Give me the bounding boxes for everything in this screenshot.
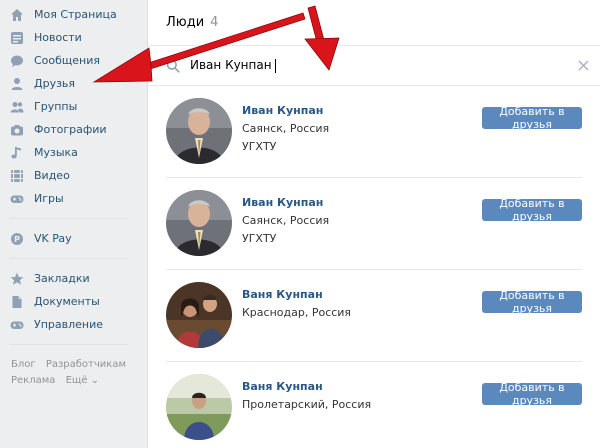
sidebar-item-label: Видео	[34, 169, 70, 182]
person-info: Ваня Кунпан Краснодар, Россия	[242, 286, 351, 322]
sidebar-item-documents[interactable]: Документы	[0, 290, 140, 313]
footer-link-ads[interactable]: Реклама	[11, 375, 55, 386]
person-education: УГХТУ	[242, 232, 277, 245]
groups-icon	[10, 100, 24, 114]
search-input[interactable]: Иван Кунпан	[190, 58, 276, 73]
search-input-value: Иван Кунпан	[190, 58, 272, 73]
close-icon[interactable]	[577, 59, 590, 72]
sidebar-item-bookmarks[interactable]: Закладки	[0, 267, 140, 290]
results-list: Иван Кунпан Саянск, Россия УГХТУ Добавит…	[148, 86, 600, 448]
footer-link-blog[interactable]: Блог	[11, 359, 36, 370]
sidebar-item-label: Друзья	[34, 77, 76, 90]
star-icon	[10, 272, 24, 286]
person-education: УГХТУ	[242, 140, 277, 153]
messages-icon	[10, 54, 24, 68]
sidebar-item-label: Группы	[34, 100, 78, 113]
add-friend-button[interactable]: Добавить в друзья	[482, 105, 582, 131]
sidebar-item-label: Закладки	[34, 272, 90, 285]
sidebar-item-label: Управление	[34, 318, 104, 331]
sidebar-item-label: Новости	[34, 31, 82, 44]
sidebar-item-label: Музыка	[34, 146, 78, 159]
friends-icon	[10, 77, 24, 91]
results-count: 4	[210, 15, 219, 30]
sidebar-item-games[interactable]: Игры	[0, 187, 140, 210]
person-city: Пролетарский, Россия	[242, 398, 372, 411]
sidebar-item-photos[interactable]: Фотографии	[0, 118, 140, 141]
sidebar-item-groups[interactable]: Группы	[0, 95, 140, 118]
person-name[interactable]: Ваня Кунпан	[242, 378, 371, 396]
person-city: Краснодар, Россия	[242, 306, 352, 319]
sidebar-item-manage[interactable]: Управление	[0, 313, 140, 336]
people-panel: Люди 4 Иван Кунпан Иван Кунпан Саянск, Р…	[147, 0, 600, 448]
sidebar-footer: Блог Разработчикам Реклама Ещё ⌄	[0, 357, 140, 389]
news-icon	[10, 31, 24, 45]
sidebar-item-my-page[interactable]: Моя Страница	[0, 3, 140, 26]
person-info: Иван Кунпан Саянск, Россия УГХТУ	[242, 194, 329, 248]
home-icon	[10, 8, 24, 22]
person-info: Иван Кунпан Саянск, Россия УГХТУ	[242, 102, 329, 156]
sidebar-divider	[10, 344, 128, 345]
person-name[interactable]: Иван Кунпан	[242, 102, 329, 120]
footer-link-developers[interactable]: Разработчикам	[46, 359, 126, 370]
avatar[interactable]	[166, 282, 232, 348]
list-item: Иван Кунпан Саянск, Россия УГХТУ Добавит…	[166, 86, 582, 178]
search-bar[interactable]: Иван Кунпан	[148, 46, 600, 86]
svg-text:P: P	[14, 235, 20, 244]
add-friend-button[interactable]: Добавить в друзья	[482, 381, 582, 407]
sidebar-item-friends[interactable]: Друзья	[0, 72, 140, 95]
camera-icon	[10, 123, 24, 137]
music-icon	[10, 146, 24, 160]
sidebar-item-label: Игры	[34, 192, 64, 205]
sidebar-item-label: Моя Страница	[34, 8, 117, 21]
gamepad-icon	[10, 318, 24, 332]
list-item: Ваня Кунпан Пролетарский, Россия Добавит…	[166, 362, 582, 448]
sidebar-item-label: Документы	[34, 295, 100, 308]
gamepad-icon	[10, 192, 24, 206]
search-icon	[166, 59, 180, 73]
vkpay-icon: P	[10, 232, 24, 246]
sidebar-item-vk-pay[interactable]: P VK Pay	[0, 227, 140, 250]
avatar[interactable]	[166, 190, 232, 256]
page-title: Люди	[166, 15, 205, 30]
sidebar-item-music[interactable]: Музыка	[0, 141, 140, 164]
sidebar-divider	[10, 218, 128, 219]
person-name[interactable]: Ваня Кунпан	[242, 286, 351, 304]
sidebar-item-label: VK Pay	[34, 232, 72, 245]
left-sidebar: Моя Страница Новости Сообщения Друзья Гр…	[0, 0, 140, 448]
person-info: Ваня Кунпан Пролетарский, Россия	[242, 378, 371, 414]
sidebar-item-video[interactable]: Видео	[0, 164, 140, 187]
sidebar-item-messages[interactable]: Сообщения	[0, 49, 140, 72]
person-name[interactable]: Иван Кунпан	[242, 194, 329, 212]
footer-link-more[interactable]: Ещё ⌄	[66, 375, 99, 386]
panel-header: Люди 4	[148, 0, 600, 46]
sidebar-item-label: Фотографии	[34, 123, 107, 136]
person-city: Саянск, Россия	[242, 214, 330, 227]
add-friend-button[interactable]: Добавить в друзья	[482, 289, 582, 315]
text-cursor	[274, 58, 276, 73]
video-icon	[10, 169, 24, 183]
sidebar-item-news[interactable]: Новости	[0, 26, 140, 49]
sidebar-item-label: Сообщения	[34, 54, 101, 67]
avatar[interactable]	[166, 374, 232, 440]
list-item: Иван Кунпан Саянск, Россия УГХТУ Добавит…	[166, 178, 582, 270]
sidebar-divider	[10, 258, 128, 259]
person-city: Саянск, Россия	[242, 122, 330, 135]
document-icon	[10, 295, 24, 309]
avatar[interactable]	[166, 98, 232, 164]
list-item: Ваня Кунпан Краснодар, Россия Добавить в…	[166, 270, 582, 362]
add-friend-button[interactable]: Добавить в друзья	[482, 197, 582, 223]
